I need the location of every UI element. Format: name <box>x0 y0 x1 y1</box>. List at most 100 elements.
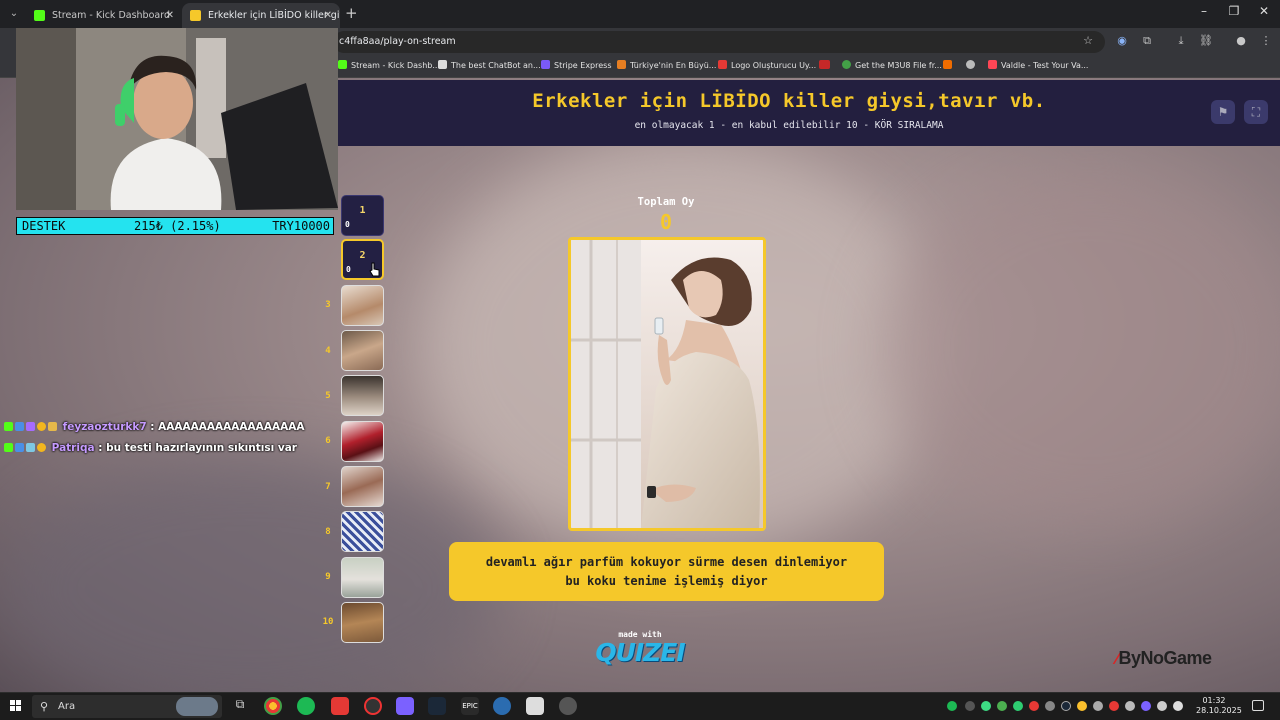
restore-button[interactable]: ❐ <box>1219 4 1249 18</box>
quizei-logo[interactable]: QUIZEI <box>590 638 690 667</box>
tray-icon[interactable] <box>1093 701 1103 711</box>
tab-quiz[interactable]: Erkekler için LİBİDO killer giysi,tavır … <box>182 3 340 28</box>
site-icon <box>842 60 851 69</box>
app-icon[interactable] <box>493 697 511 715</box>
bookmark-chatbot[interactable]: The best ChatBot an... <box>438 60 541 70</box>
chat-username: Patriqa <box>51 442 95 454</box>
rank-count: 0 <box>346 265 351 274</box>
chrome-tray-icon[interactable] <box>1077 701 1087 711</box>
tray-icon[interactable] <box>1045 701 1055 711</box>
obs-icon[interactable] <box>364 697 382 715</box>
chat-username: feyzaozturkk7 <box>62 421 147 433</box>
tab-label: Erkekler için LİBİDO killer giysi,tavır … <box>208 10 340 21</box>
menu-icon[interactable]: ⋮ <box>1258 34 1274 47</box>
spotify-tray-icon[interactable] <box>947 701 957 711</box>
volume-icon[interactable] <box>1173 701 1183 711</box>
chat-text: AAAAAAAAAAAAAAAAAA <box>158 421 305 433</box>
tray-icon[interactable] <box>1125 701 1135 711</box>
item-caption: devamlı ağır parfüm kokuyor sürme desen … <box>449 542 884 601</box>
bookmark-turkiye[interactable]: Türkiye'nin En Büyü... <box>617 60 716 70</box>
background-blur <box>880 168 1280 528</box>
rank-slot-3[interactable] <box>341 285 384 326</box>
chat-message: Patriqa : bu testi hazırlayının sıkıntıs… <box>4 442 297 454</box>
bookmark-m3u8[interactable]: Get the M3U8 File fr... <box>842 60 942 70</box>
star-icon[interactable]: ☆ <box>1080 34 1096 47</box>
discord-icon[interactable] <box>396 697 414 715</box>
system-clock[interactable]: 01:32 28.10.2025 <box>1196 696 1242 716</box>
rank-slot-9[interactable] <box>341 557 384 598</box>
flag-button[interactable]: ⚑ <box>1211 100 1235 124</box>
tab-search-icon[interactable]: ⌄ <box>6 6 22 22</box>
network-icon[interactable] <box>1157 701 1167 711</box>
background-blur <box>0 458 500 692</box>
tray-icon[interactable] <box>997 701 1007 711</box>
bookmark-logo[interactable]: Logo Oluşturucu Uy... <box>718 60 816 70</box>
tray-icon[interactable] <box>1029 701 1039 711</box>
rank-label-6: 6 <box>325 436 331 446</box>
notification-icon[interactable] <box>1252 700 1264 711</box>
fullscreen-button[interactable]: ⛶ <box>1244 100 1268 124</box>
donation-label: DESTEK <box>22 219 66 233</box>
rank-label-7: 7 <box>325 482 331 492</box>
steam-tray-icon[interactable] <box>1061 701 1071 711</box>
streamer-webcam-image <box>16 28 338 210</box>
app-icon[interactable] <box>559 697 577 715</box>
link-icon[interactable]: ⛓ <box>1198 34 1214 47</box>
hand-cursor-icon <box>369 262 380 277</box>
windows-start-icon[interactable] <box>10 700 22 712</box>
kick-icon <box>34 10 45 21</box>
total-votes-label: Toplam Oy <box>637 196 695 208</box>
spotify-icon[interactable] <box>297 697 315 715</box>
search-highlight-image <box>176 697 218 716</box>
new-tab-button[interactable]: + <box>345 4 358 22</box>
steam-icon[interactable] <box>428 697 446 715</box>
tray-icon[interactable] <box>1109 701 1119 711</box>
tray-icon[interactable] <box>1013 701 1023 711</box>
gem-badge-icon <box>15 443 24 452</box>
kick-icon <box>338 60 347 69</box>
bookmark-valdle[interactable]: Valdle - Test Your Va... <box>988 60 1088 70</box>
epic-games-icon[interactable]: EPIC <box>461 697 479 715</box>
download-icon[interactable]: ⤓ <box>1173 34 1189 48</box>
tray-icon[interactable] <box>1141 701 1151 711</box>
rank-slot-8[interactable] <box>341 511 384 552</box>
kick-badge-icon <box>4 443 13 452</box>
bookmark-label: Valdle - Test Your Va... <box>1001 61 1089 70</box>
capcut-icon[interactable] <box>526 697 544 715</box>
rank-slot-6[interactable] <box>341 421 384 462</box>
tray-icon[interactable] <box>981 701 991 711</box>
media-icon[interactable]: ◉ <box>1114 34 1130 47</box>
tab-kick-dashboard[interactable]: Stream - Kick Dashboard ✕ <box>26 3 182 28</box>
bookmark-stripe[interactable]: Stripe Express <box>541 60 612 70</box>
rank-slot-5[interactable] <box>341 375 384 416</box>
gem-badge-icon <box>26 422 35 431</box>
bookmark-kick[interactable]: Stream - Kick Dashb... <box>338 60 440 70</box>
valdle-icon <box>988 60 997 69</box>
close-window-button[interactable]: ✕ <box>1249 4 1279 18</box>
quizei-icon <box>190 10 201 21</box>
rank-slot-10[interactable] <box>341 602 384 643</box>
close-icon[interactable]: ✕ <box>324 3 332 28</box>
rank-slot-4[interactable] <box>341 330 384 371</box>
site-icon <box>943 60 952 69</box>
bookmark-globe[interactable] <box>966 60 979 70</box>
tray-icon[interactable] <box>965 701 975 711</box>
close-icon[interactable]: ✕ <box>166 3 174 28</box>
quiz-subtitle: en olmayacak 1 - en kabul edilebilir 10 … <box>634 120 944 131</box>
chrome-icon[interactable] <box>264 697 282 715</box>
minimize-button[interactable]: – <box>1189 4 1219 18</box>
woman-perfume-photo <box>571 240 763 528</box>
task-view-icon[interactable]: ⧉ <box>231 697 249 715</box>
bookmark-arrow[interactable] <box>943 60 956 70</box>
total-votes-count: 0 <box>659 210 673 234</box>
taskbar-search[interactable]: ⚲ Ara <box>32 695 222 718</box>
bookmark-tnt[interactable] <box>819 60 834 70</box>
extensions-icon[interactable]: ⧉ <box>1139 34 1155 48</box>
crown-badge-icon <box>48 422 57 431</box>
profile-avatar[interactable]: ● <box>1233 34 1249 47</box>
donation-goal-bar: DESTEK 215₺ (2.15%) TRY10000 <box>16 217 334 235</box>
bookmark-label: Türkiye'nin En Büyü... <box>630 61 717 70</box>
rank-slot-7[interactable] <box>341 466 384 507</box>
app-icon[interactable] <box>331 697 349 715</box>
rank-slot-1[interactable]: 1 0 <box>341 195 384 236</box>
